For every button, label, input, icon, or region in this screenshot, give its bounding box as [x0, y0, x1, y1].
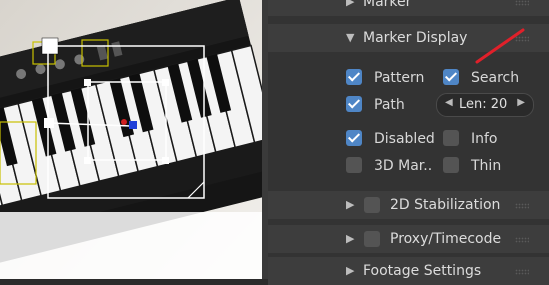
section-footage-settings[interactable]: ▶ Footage Settings: [268, 257, 549, 285]
section-marker-display-label: Marker Display: [363, 30, 468, 46]
annotation-stroke: [475, 28, 525, 64]
decrement-arrow-icon[interactable]: ◀: [445, 97, 453, 108]
section-2d-stabilization-label: 2D Stabilization: [390, 197, 501, 213]
increment-arrow-icon[interactable]: ▶: [517, 97, 525, 108]
pattern-checkbox[interactable]: [346, 69, 362, 85]
pattern-corner-tr[interactable]: [162, 79, 169, 86]
stabilization-enable-checkbox[interactable]: [364, 197, 380, 213]
marker-center-red: [121, 119, 127, 125]
drag-grip-icon[interactable]: [515, 0, 529, 6]
expand-arrow-icon: ▶: [346, 198, 355, 211]
viewer-canvas[interactable]: [0, 0, 262, 279]
properties-panel: ▶ Marker ▼ Marker Display Pattern Search…: [268, 0, 549, 285]
path-length-value: Len: 20: [459, 97, 508, 112]
disabled-label: Disabled: [374, 131, 435, 147]
section-proxy-timecode-label: Proxy/Timecode: [390, 231, 502, 247]
section-marker[interactable]: ▶ Marker: [268, 0, 549, 16]
section-footage-settings-label: Footage Settings: [363, 263, 482, 279]
pattern-corner-bl[interactable]: [84, 157, 91, 164]
drag-grip-icon[interactable]: [515, 203, 529, 209]
thin-checkbox[interactable]: [443, 157, 459, 173]
drag-grip-icon[interactable]: [515, 237, 529, 243]
offset-handle[interactable]: [44, 118, 54, 128]
path-checkbox[interactable]: [346, 96, 362, 112]
expand-arrow-icon: ▶: [346, 232, 355, 245]
disabled-checkbox[interactable]: [346, 130, 362, 146]
clip-viewer[interactable]: [0, 0, 262, 279]
section-proxy-timecode[interactable]: ▶ Proxy/Timecode: [268, 225, 549, 253]
pattern-corner-tl[interactable]: [84, 79, 91, 86]
pattern-label: Pattern: [374, 70, 425, 86]
floor: [0, 212, 262, 279]
thin-label: Thin: [471, 158, 502, 174]
pattern-corner-br[interactable]: [162, 157, 169, 164]
marker-slide-handle[interactable]: [129, 121, 137, 129]
collapse-arrow-icon: ▼: [346, 31, 355, 44]
search-label: Search: [471, 70, 520, 86]
info-label: Info: [471, 131, 498, 147]
proxy-enable-checkbox[interactable]: [364, 231, 380, 247]
3d-markers-label: 3D Mar..: [374, 158, 433, 174]
3d-markers-checkbox[interactable]: [346, 157, 362, 173]
expand-arrow-icon: ▶: [346, 0, 355, 8]
section-2d-stabilization[interactable]: ▶ 2D Stabilization: [268, 191, 549, 219]
expand-arrow-icon: ▶: [346, 264, 355, 277]
section-marker-label: Marker: [363, 0, 412, 10]
search-checkbox[interactable]: [443, 69, 459, 85]
path-label: Path: [374, 97, 405, 113]
drag-grip-icon[interactable]: [515, 269, 529, 275]
path-length-field[interactable]: ◀ Len: 20 ▶: [436, 93, 534, 117]
info-checkbox[interactable]: [443, 130, 459, 146]
